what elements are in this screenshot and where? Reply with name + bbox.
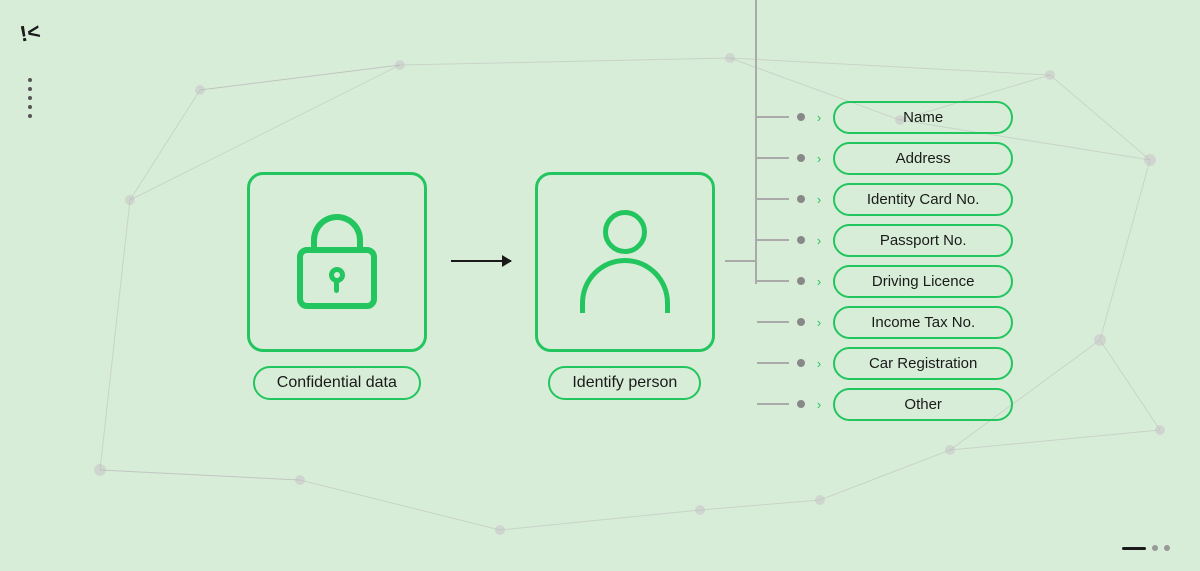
list-item: › Identity Card No. [757, 183, 1013, 216]
lock-body [297, 247, 377, 309]
list-dot [797, 113, 805, 121]
sidebar-logo: !< [18, 18, 42, 47]
sidebar-dot [28, 105, 32, 109]
list-tag-name: Name [833, 101, 1013, 134]
arrow-line [451, 260, 511, 262]
list-tag-car-registration: Car Registration [833, 347, 1013, 380]
sidebar-dot [28, 114, 32, 118]
list-arrow-icon: › [817, 397, 821, 412]
list-dot [797, 400, 805, 408]
pagination-dot [1152, 545, 1158, 551]
confidential-data-box: Confidential data [247, 172, 427, 400]
list-tag-income-tax: Income Tax No. [833, 306, 1013, 339]
list-tag-address: Address [833, 142, 1013, 175]
pagination-active [1122, 547, 1146, 550]
confidential-data-label: Confidential data [253, 366, 421, 400]
identify-person-label: Identify person [548, 366, 701, 400]
list-item: › Income Tax No. [757, 306, 1013, 339]
list-item: › Driving Licence [757, 265, 1013, 298]
arrow-connector [451, 260, 511, 262]
list-arrow-icon: › [817, 233, 821, 248]
list-item: › Car Registration [757, 347, 1013, 380]
sidebar-dot [28, 87, 32, 91]
sidebar-dot [28, 78, 32, 82]
diagram: Confidential data Identify person [247, 101, 1013, 471]
list-dot [797, 195, 805, 203]
list-dot [797, 154, 805, 162]
list-arrow-icon: › [817, 192, 821, 207]
h-line [757, 403, 789, 405]
h-line [757, 157, 789, 159]
vertical-connector-area: › Name › Address › Identity Card No. [755, 101, 1013, 421]
sidebar-dot [28, 96, 32, 100]
list-dot [797, 236, 805, 244]
identify-person-box: Identify person [535, 172, 715, 400]
list-arrow-icon: › [817, 315, 821, 330]
h-line [757, 116, 789, 118]
list-item: › Passport No. [757, 224, 1013, 257]
horiz-connector [725, 260, 755, 262]
h-line [757, 239, 789, 241]
list-item: › Name [757, 101, 1013, 134]
list-arrow-icon: › [817, 274, 821, 289]
pagination-dot [1164, 545, 1170, 551]
lock-icon [297, 214, 377, 309]
list-arrow-icon: › [817, 356, 821, 371]
list-item: › Address [757, 142, 1013, 175]
h-line [757, 198, 789, 200]
list-connection-area: › Name › Address › Identity Card No. [725, 101, 1013, 421]
list-item: › Other [757, 388, 1013, 421]
list-tag-identity-card: Identity Card No. [833, 183, 1013, 216]
list-arrow-icon: › [817, 151, 821, 166]
h-line [757, 362, 789, 364]
person-head [603, 210, 647, 254]
list-arrow-icon: › [817, 110, 821, 125]
person-body [580, 258, 670, 313]
confidential-data-card [247, 172, 427, 352]
lock-keyhole-stem [334, 279, 339, 293]
main-content: Confidential data Identify person [60, 0, 1200, 571]
list-tag-other: Other [833, 388, 1013, 421]
items-container: › Name › Address › Identity Card No. [757, 101, 1013, 421]
list-dot [797, 318, 805, 326]
list-tag-driving-licence: Driving Licence [833, 265, 1013, 298]
list-dot [797, 277, 805, 285]
lock-shackle [311, 214, 363, 250]
list-tag-passport: Passport No. [833, 224, 1013, 257]
vertical-bar [755, 0, 757, 284]
h-line [757, 280, 789, 282]
h-line [757, 321, 789, 323]
identify-person-card [535, 172, 715, 352]
sidebar-nav-dots [28, 78, 32, 118]
sidebar: !< [0, 0, 60, 571]
list-dot [797, 359, 805, 367]
person-icon [580, 210, 670, 313]
pagination [1122, 545, 1170, 551]
